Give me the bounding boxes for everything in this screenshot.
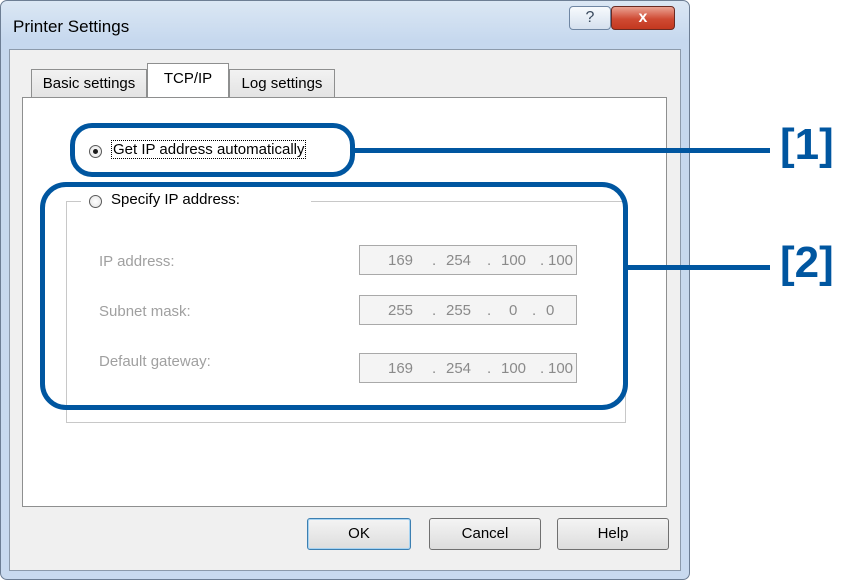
annotation-box-2 — [40, 182, 628, 410]
annotation-box-1 — [70, 123, 355, 177]
close-button[interactable]: x — [611, 6, 675, 30]
annotation-line-1 — [352, 148, 770, 153]
cancel-button[interactable]: Cancel — [429, 518, 541, 550]
tab-basic-settings[interactable]: Basic settings — [31, 69, 147, 97]
annotation-line-2 — [625, 265, 770, 270]
help-button[interactable]: Help — [557, 518, 669, 550]
annotation-label-1: [1] — [780, 120, 834, 169]
ok-button[interactable]: OK — [307, 518, 411, 550]
annotation-label-2: [2] — [780, 238, 834, 287]
window-title: Printer Settings — [13, 17, 130, 36]
tab-tcp-ip[interactable]: TCP/IP — [147, 63, 229, 97]
title-bar[interactable]: Printer Settings ? x — [1, 1, 689, 51]
help-title-button[interactable]: ? — [569, 6, 611, 30]
tab-log-settings[interactable]: Log settings — [229, 69, 335, 97]
